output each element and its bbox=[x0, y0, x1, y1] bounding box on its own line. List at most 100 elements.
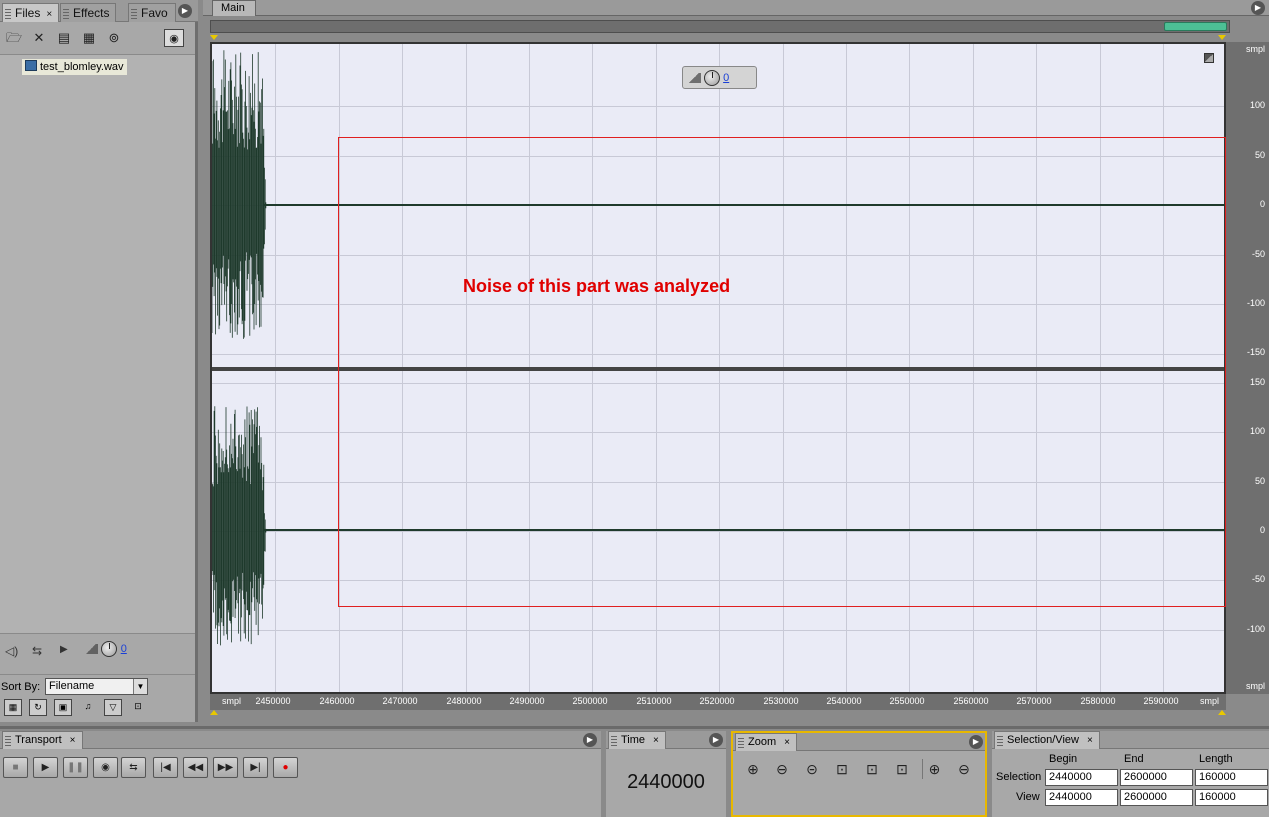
main-tabstrip: Main ▶ bbox=[203, 0, 1269, 16]
selection-begin-field[interactable]: 2440000 bbox=[1045, 769, 1118, 786]
tab-effects[interactable]: Effects bbox=[60, 3, 117, 22]
record-button[interactable]: ● bbox=[273, 757, 298, 778]
go-to-end-button[interactable]: ▶| bbox=[243, 757, 268, 778]
view-end-field[interactable]: 2600000 bbox=[1120, 789, 1193, 806]
panel-menu-arrow-icon[interactable]: ▶ bbox=[969, 735, 983, 749]
loop-icon[interactable]: ⇆ bbox=[32, 644, 42, 658]
tab-time[interactable]: Time × bbox=[608, 731, 666, 749]
end-marker-icon[interactable] bbox=[1218, 35, 1226, 40]
tab-files-label: Files bbox=[15, 6, 41, 20]
tab-selection-view[interactable]: Selection/View × bbox=[994, 731, 1100, 749]
zoom-out-horizontal-icon[interactable]: ⊖ bbox=[770, 759, 794, 779]
waveform-display[interactable]: Noise of this part was analyzed 0 bbox=[210, 42, 1226, 694]
clip-volume-hud[interactable]: 0 bbox=[682, 66, 757, 89]
insert-multitrack-icon[interactable]: ▤ bbox=[54, 29, 74, 47]
ruler-tick: 150 bbox=[1249, 377, 1265, 387]
amplitude-ruler[interactable]: smpl 100 50 0 -50 -100 -150 150 100 50 0… bbox=[1226, 42, 1269, 694]
volume-value[interactable]: 0 bbox=[121, 643, 127, 655]
panel-menu-arrow-icon[interactable]: ▶ bbox=[583, 733, 597, 747]
overview-scrollbar[interactable] bbox=[210, 20, 1230, 33]
zoom-to-selection-icon[interactable]: ⊡ bbox=[830, 759, 854, 779]
play-from-cursor-button[interactable]: ◉ bbox=[93, 757, 118, 778]
close-icon[interactable]: × bbox=[653, 735, 659, 746]
panel-menu-arrow-icon[interactable]: ▶ bbox=[178, 4, 192, 18]
volume-knob-icon[interactable] bbox=[101, 641, 118, 657]
close-icon[interactable]: × bbox=[1087, 735, 1093, 746]
zoom-out-full-icon[interactable]: ⊝ bbox=[800, 759, 824, 779]
stop-button[interactable]: ■ bbox=[3, 757, 28, 778]
sort-by-select[interactable]: Filename ▼ bbox=[45, 678, 148, 695]
sort-by-label: Sort By: bbox=[1, 681, 41, 693]
insert-cd-icon[interactable]: ▦ bbox=[79, 29, 99, 47]
panel-menu-arrow-icon[interactable]: ▶ bbox=[709, 733, 723, 747]
filter-funnel-icon[interactable]: ▽ bbox=[104, 699, 122, 716]
filter-cd-icon[interactable]: ⊡ bbox=[129, 699, 147, 716]
ruler-unit: smpl bbox=[1245, 44, 1265, 54]
ruler-tick: 2520000 bbox=[699, 696, 735, 706]
filter-wave-icon[interactable]: ▦ bbox=[4, 699, 22, 716]
tab-zoom[interactable]: Zoom × bbox=[735, 733, 797, 751]
zoom-to-right-edge-icon[interactable]: ⊡ bbox=[890, 759, 914, 779]
chevron-down-icon[interactable]: ▼ bbox=[133, 679, 147, 694]
tab-grip-icon bbox=[5, 7, 11, 19]
tab-main[interactable]: Main bbox=[212, 0, 256, 16]
close-icon[interactable]: × bbox=[784, 737, 790, 748]
zoom-in-horizontal-icon[interactable]: ⊕ bbox=[741, 759, 765, 779]
time-panel: Time × ▶ 2440000 bbox=[606, 731, 726, 817]
close-icon[interactable]: × bbox=[70, 735, 76, 746]
end-marker-icon[interactable] bbox=[1218, 710, 1226, 715]
file-list-item[interactable]: test_blomley.wav bbox=[22, 59, 127, 75]
tab-main-label: Main bbox=[221, 2, 245, 14]
zoom-panel: Zoom × ▶ ⊕ ⊖ ⊝ ⊡ ⊡ ⊡ ⊕ ⊖ bbox=[731, 731, 987, 817]
file-list[interactable]: test_blomley.wav bbox=[0, 54, 195, 634]
play-button[interactable]: ▶ bbox=[33, 757, 58, 778]
edit-file-icon[interactable]: ⊚ bbox=[104, 29, 124, 47]
pause-button[interactable]: ❚❚ bbox=[63, 757, 88, 778]
filter-video-icon[interactable]: ▣ bbox=[54, 699, 72, 716]
go-to-start-button[interactable]: |◀ bbox=[153, 757, 178, 778]
view-length-field[interactable]: 160000 bbox=[1195, 789, 1268, 806]
filter-loop-icon[interactable]: ↻ bbox=[29, 699, 47, 716]
play-icon[interactable]: ▶ bbox=[60, 644, 68, 655]
tab-transport[interactable]: Transport × bbox=[2, 731, 83, 749]
column-length-header: Length bbox=[1199, 753, 1233, 765]
ruler-tick: 50 bbox=[1254, 476, 1265, 486]
ruler-tick: 2490000 bbox=[509, 696, 545, 706]
view-begin-field[interactable]: 2440000 bbox=[1045, 789, 1118, 806]
selection-length-field[interactable]: 160000 bbox=[1195, 769, 1268, 786]
volume-value[interactable]: 0 bbox=[723, 72, 729, 84]
preview-controls: ◁) ⇆ ▶ 0 bbox=[0, 640, 195, 666]
volume-knob-icon[interactable] bbox=[704, 70, 721, 86]
main-editor: Main ▶ Noise of this part was analyzed 0… bbox=[203, 0, 1269, 722]
fast-forward-button[interactable]: ▶▶ bbox=[213, 757, 238, 778]
start-marker-icon[interactable] bbox=[210, 35, 218, 40]
zoom-out-vertical-icon[interactable]: ⊖ bbox=[952, 759, 976, 779]
overview-thumb[interactable] bbox=[1164, 22, 1227, 31]
rewind-button[interactable]: ◀◀ bbox=[183, 757, 208, 778]
volume-control[interactable]: 0 bbox=[84, 641, 127, 657]
selection-end-field[interactable]: 2600000 bbox=[1120, 769, 1193, 786]
files-panel: Files × Effects Favo ▶ 🗁 ✕ ▤ ▦ ⊚ ◉ test_b… bbox=[0, 0, 198, 722]
tab-favorites[interactable]: Favo bbox=[128, 3, 176, 22]
close-icon[interactable]: × bbox=[46, 9, 52, 20]
show-options-icon[interactable]: ◉ bbox=[164, 29, 184, 47]
time-ruler[interactable]: smpl 2450000 2460000 2470000 2480000 249… bbox=[210, 694, 1226, 710]
filter-midi-icon[interactable]: ♫ bbox=[79, 699, 97, 716]
panel-menu-arrow-icon[interactable]: ▶ bbox=[1251, 1, 1265, 15]
start-marker-icon[interactable] bbox=[210, 710, 218, 715]
transport-header bbox=[0, 731, 601, 749]
zoom-in-vertical-icon[interactable]: ⊕ bbox=[922, 759, 946, 779]
tab-files[interactable]: Files × bbox=[2, 3, 60, 22]
row-view-label: View bbox=[1016, 791, 1040, 803]
loop-button[interactable]: ⇆ bbox=[121, 757, 146, 778]
zoom-corner-icon[interactable] bbox=[1204, 53, 1214, 63]
waveform-burst-right-channel bbox=[212, 406, 267, 646]
zoom-to-left-edge-icon[interactable]: ⊡ bbox=[860, 759, 884, 779]
open-file-icon[interactable]: 🗁 bbox=[4, 29, 24, 47]
tab-time-label: Time bbox=[621, 734, 646, 746]
speaker-icon[interactable]: ◁) bbox=[5, 644, 18, 658]
grid-line bbox=[212, 630, 1224, 631]
ruler-tick: 2590000 bbox=[1143, 696, 1179, 706]
tab-grip-icon bbox=[738, 737, 744, 748]
close-file-icon[interactable]: ✕ bbox=[29, 29, 49, 47]
